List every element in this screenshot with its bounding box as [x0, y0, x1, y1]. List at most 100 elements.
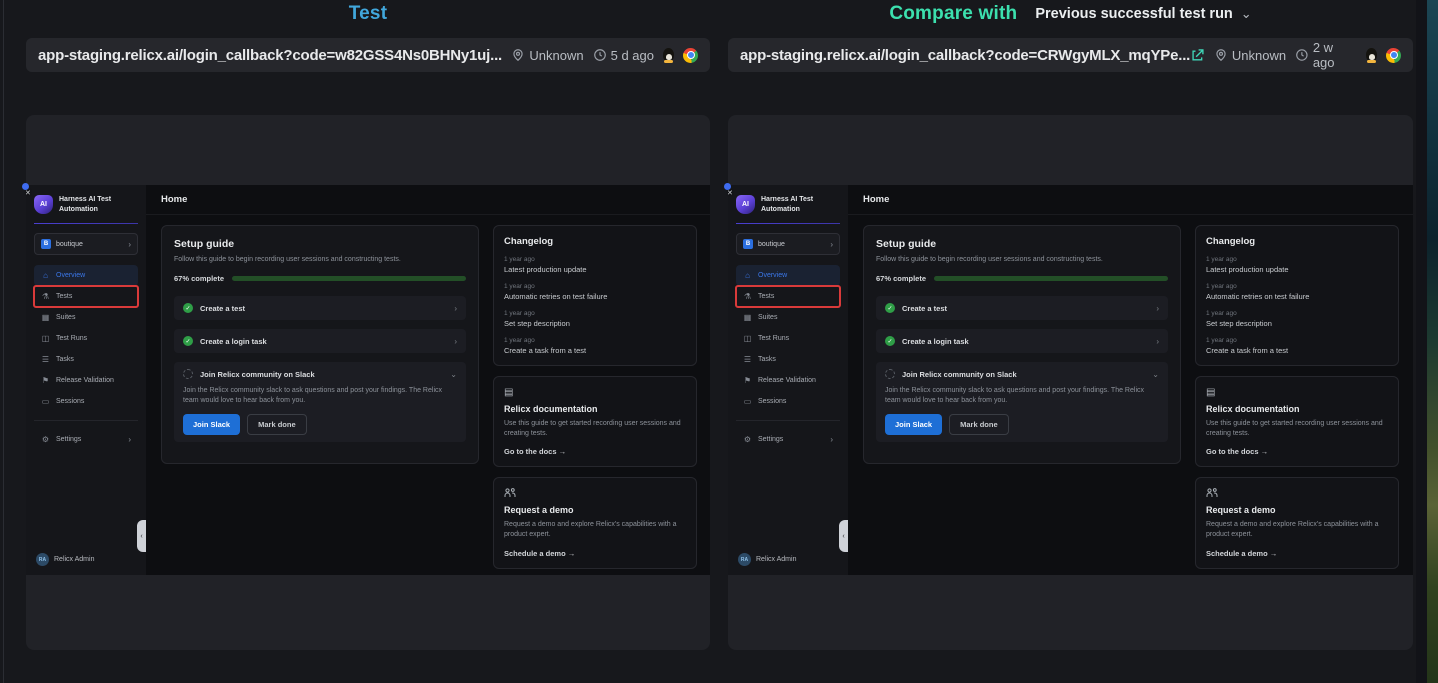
location-meta: Unknown — [1214, 48, 1286, 63]
changelog-entry[interactable]: 1 year ago Latest production update — [504, 256, 686, 274]
app-main: Home Setup guide Follow this guide to be… — [848, 185, 1413, 575]
project-name: boutique — [758, 241, 785, 248]
sidebar-item-test-runs[interactable]: ◫ Test Runs — [34, 328, 138, 349]
external-link-icon[interactable] — [1190, 48, 1205, 63]
sidebar-item-tests[interactable]: ⚗ Tests — [34, 286, 138, 307]
setup-guide-title: Setup guide — [876, 238, 1168, 250]
sidebar-item-suites[interactable]: ▦ Suites — [736, 307, 840, 328]
user-name: Relicx Admin — [756, 556, 796, 563]
sidebar-collapse-handle[interactable]: ‹ — [839, 520, 848, 552]
compare-panel-title: Compare with — [889, 3, 1017, 25]
chevron-down-icon: ⌄ — [1241, 9, 1252, 19]
sidebar-item-suites[interactable]: ▦ Suites — [34, 307, 138, 328]
location-pin-icon — [511, 48, 525, 62]
join-slack-button[interactable]: Join Slack — [183, 414, 240, 435]
sidebar-item-sessions[interactable]: ▭ Sessions — [736, 391, 840, 412]
entry-time: 1 year ago — [504, 283, 686, 290]
sidebar-item-tests[interactable]: ⚗ Tests — [736, 286, 840, 307]
sidebar-item-overview[interactable]: ⌂ Overview — [34, 265, 138, 286]
sidebar-item-release-validation[interactable]: ⚑ Release Validation — [34, 370, 138, 391]
compare-run-dropdown[interactable]: Previous successful test run ⌄ — [1035, 6, 1251, 22]
compare-app-mount: ✕ AI Harness AI Test Automation B boutiq… — [728, 185, 1413, 575]
chevron-right-icon: › — [128, 435, 131, 444]
sidebar-item-label: Tests — [758, 293, 774, 300]
test-panel: Test app-staging.relicx.ai/login_callbac… — [26, 0, 710, 683]
user-row[interactable]: RA Relicx Admin — [738, 553, 796, 566]
grid-icon: ▦ — [743, 313, 752, 322]
avatar: RA — [36, 553, 49, 566]
sidebar-item-settings[interactable]: ⚙ Settings › — [736, 429, 840, 450]
progress-label: 67% complete — [174, 274, 224, 283]
go-to-docs-link[interactable]: Go to the docs → — [1206, 447, 1388, 456]
cursor-marker: ✕ — [724, 183, 733, 197]
entry-title: Set step description — [504, 319, 686, 328]
step-create-a-login-task[interactable]: ✓ Create a login task › — [876, 329, 1168, 353]
step-create-a-test[interactable]: ✓ Create a test › — [174, 296, 466, 320]
sidebar-item-sessions[interactable]: ▭ Sessions — [34, 391, 138, 412]
flag-icon: ⚑ — [41, 376, 50, 385]
sidebar-item-label: Suites — [758, 314, 777, 321]
schedule-demo-link[interactable]: Schedule a demo → — [1206, 549, 1388, 558]
changelog-entry[interactable]: 1 year ago Set step description — [504, 310, 686, 328]
unchecked-circle-icon — [183, 369, 193, 379]
sidebar-item-label: Sessions — [56, 398, 84, 405]
age-meta: 2 w ago — [1295, 40, 1357, 70]
app-sidebar: AI Harness AI Test Automation B boutique… — [26, 185, 146, 575]
user-name: Relicx Admin — [54, 556, 94, 563]
mark-done-button[interactable]: Mark done — [949, 414, 1009, 435]
documentation-description: Use this guide to get started recording … — [504, 419, 686, 439]
step-create-a-test[interactable]: ✓ Create a test › — [876, 296, 1168, 320]
changelog-entry[interactable]: 1 year ago Latest production update — [1206, 256, 1388, 274]
chrome-icon — [1386, 48, 1401, 63]
step-label: Join Relicx community on Slack — [200, 370, 315, 379]
schedule-demo-link[interactable]: Schedule a demo → — [504, 549, 686, 558]
request-demo-description: Request a demo and explore Relicx's capa… — [504, 520, 686, 540]
join-slack-button[interactable]: Join Slack — [885, 414, 942, 435]
project-selector[interactable]: B boutique › — [34, 233, 138, 255]
entry-title: Create a task from a test — [1206, 346, 1388, 355]
app-screenshot: ✕ AI Harness AI Test Automation B boutiq… — [728, 185, 1413, 575]
documentation-title: Relicx documentation — [1206, 404, 1388, 414]
step-join-slack[interactable]: Join Relicx community on Slack ⌄ Join th… — [876, 362, 1168, 442]
sidebar-nav: ⌂ Overview ⚗ Tests ▦ Suites ◫ Test Runs … — [736, 265, 840, 412]
changelog-entry[interactable]: 1 year ago Automatic retries on test fai… — [504, 283, 686, 301]
sidebar-item-label: Overview — [758, 272, 787, 279]
sidebar-item-label: Release Validation — [758, 377, 816, 384]
chevron-right-icon: › — [454, 304, 457, 313]
changelog-entry[interactable]: 1 year ago Automatic retries on test fai… — [1206, 283, 1388, 301]
home-icon: ⌂ — [41, 271, 50, 280]
sidebar-item-settings[interactable]: ⚙ Settings › — [34, 429, 138, 450]
step-join-slack[interactable]: Join Relicx community on Slack ⌄ Join th… — [174, 362, 466, 442]
click-indicator-dot — [724, 183, 731, 190]
setup-guide-card: Setup guide Follow this guide to begin r… — [863, 225, 1181, 464]
sidebar-collapse-handle[interactable]: ‹ — [137, 520, 146, 552]
setup-steps: ✓ Create a test › ✓ Create a login task … — [174, 296, 466, 442]
age-label: 2 w ago — [1313, 40, 1358, 70]
sidebar-item-overview[interactable]: ⌂ Overview — [736, 265, 840, 286]
sidebar-item-test-runs[interactable]: ◫ Test Runs — [736, 328, 840, 349]
test-url-bar[interactable]: app-staging.relicx.ai/login_callback?cod… — [26, 38, 710, 72]
changelog-entry[interactable]: 1 year ago Set step description — [1206, 310, 1388, 328]
user-row[interactable]: RA Relicx Admin — [36, 553, 94, 566]
entry-title: Automatic retries on test failure — [504, 292, 686, 301]
project-selector[interactable]: B boutique › — [736, 233, 840, 255]
mark-done-button[interactable]: Mark done — [247, 414, 307, 435]
documentation-description: Use this guide to get started recording … — [1206, 419, 1388, 439]
clock-icon — [593, 48, 607, 62]
step-create-a-login-task[interactable]: ✓ Create a login task › — [174, 329, 466, 353]
changelog-entry[interactable]: 1 year ago Create a task from a test — [1206, 337, 1388, 355]
sidebar-item-release-validation[interactable]: ⚑ Release Validation — [736, 370, 840, 391]
setup-steps: ✓ Create a test › ✓ Create a login task … — [876, 296, 1168, 442]
sidebar-nav: ⌂ Overview ⚗ Tests ▦ Suites ◫ Test Runs … — [34, 265, 138, 412]
app-main: Home Setup guide Follow this guide to be… — [146, 185, 710, 575]
go-to-docs-link[interactable]: Go to the docs → — [504, 447, 686, 456]
sidebar-divider — [34, 223, 138, 224]
compare-url-bar[interactable]: app-staging.relicx.ai/login_callback?cod… — [728, 38, 1413, 72]
sidebar-item-tasks[interactable]: ☰ Tasks — [34, 349, 138, 370]
changelog-entry[interactable]: 1 year ago Create a task from a test — [504, 337, 686, 355]
progress-label: 67% complete — [876, 274, 926, 283]
sidebar-item-tasks[interactable]: ☰ Tasks — [736, 349, 840, 370]
sidebar-item-label: Test Runs — [758, 335, 789, 342]
clock-icon — [1295, 48, 1309, 62]
harness-logo-icon: AI — [34, 195, 53, 214]
